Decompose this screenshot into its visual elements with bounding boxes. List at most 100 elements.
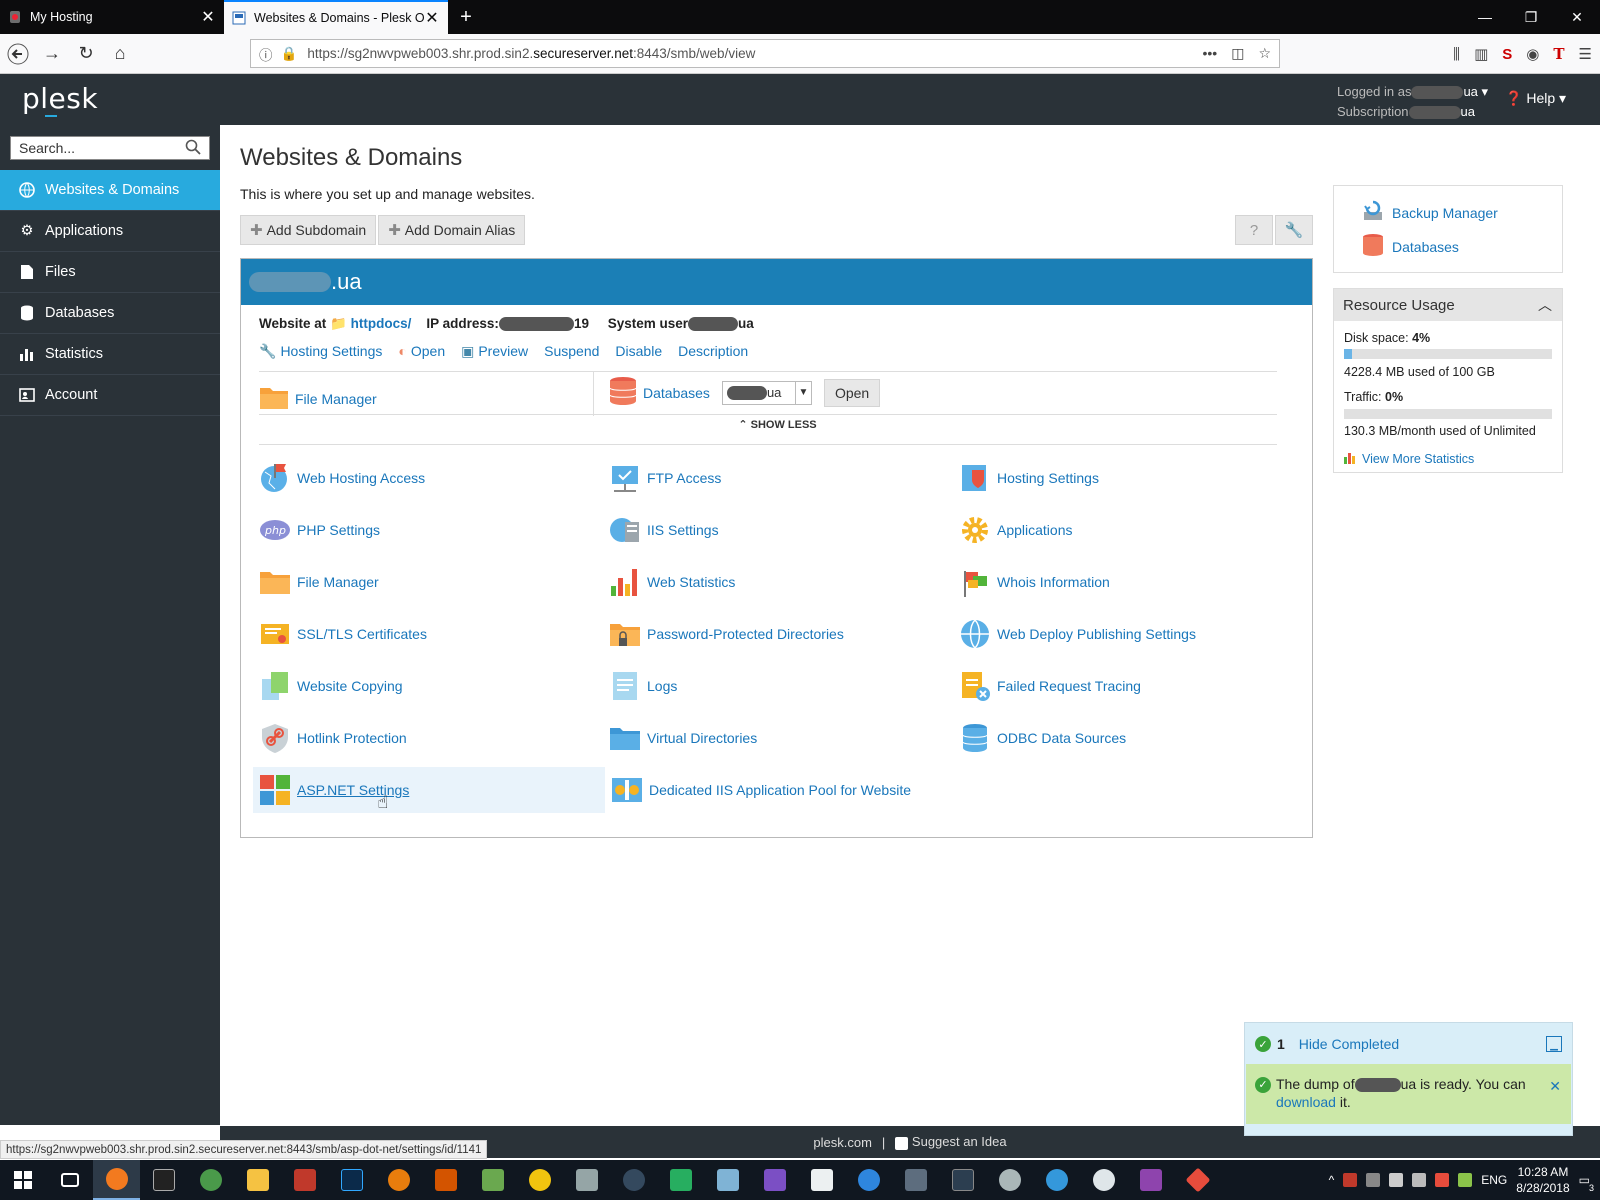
web-deploy-publishing-settings-item[interactable]: Web Deploy Publishing Settings: [953, 611, 1303, 657]
blue-app-icon[interactable]: [845, 1160, 892, 1200]
suggest-idea-link[interactable]: Suggest an Idea: [895, 1134, 1007, 1150]
virtual-directories-item[interactable]: Virtual Directories: [603, 715, 953, 761]
network-icon[interactable]: [1389, 1173, 1404, 1187]
plesk-com-link[interactable]: plesk.com: [813, 1135, 872, 1150]
clock[interactable]: 10:28 AM 8/28/2018: [1516, 1164, 1569, 1196]
gear-app-icon[interactable]: [1080, 1160, 1127, 1200]
applications-item[interactable]: Applications: [953, 507, 1303, 553]
password-protected-directories-item[interactable]: Password-Protected Directories: [603, 611, 953, 657]
suspend-link[interactable]: Suspend: [544, 343, 599, 360]
website-copying-item[interactable]: Website Copying: [253, 663, 603, 709]
red-tray-icon[interactable]: [1435, 1173, 1450, 1187]
filezilla-tray-icon[interactable]: [1343, 1173, 1358, 1187]
url-bar[interactable]: ⓘ 🔒 https://sg2nwvpweb003.shr.prod.sin2.…: [250, 39, 1280, 68]
failed-request-tracing-item[interactable]: Failed Request Tracing: [953, 663, 1303, 709]
web-hosting-access-item[interactable]: Web Hosting Access: [253, 455, 603, 501]
hosting-settings-link[interactable]: 🔧 Hosting Settings: [259, 343, 382, 360]
usb-icon[interactable]: [1412, 1173, 1427, 1187]
action-center-icon[interactable]: ▭ 3: [1579, 1173, 1594, 1193]
app-icon-a[interactable]: [422, 1160, 469, 1200]
close-window-icon[interactable]: ✕: [1554, 0, 1600, 34]
browser-tab-my-hosting[interactable]: My Hosting ✕: [0, 0, 224, 34]
ssl-tls-certificates-item[interactable]: SSL/TLS Certificates: [253, 611, 603, 657]
notepad-icon[interactable]: [469, 1160, 516, 1200]
infinity-app-icon[interactable]: [610, 1160, 657, 1200]
sidebar-item-statistics[interactable]: Statistics: [0, 334, 220, 375]
web-statistics-item[interactable]: Web Statistics: [603, 559, 953, 605]
share-app-icon[interactable]: [1033, 1160, 1080, 1200]
sidebar-icon[interactable]: ▥: [1474, 45, 1488, 63]
file-manager-item[interactable]: File Manager: [253, 559, 603, 605]
databases-link[interactable]: Databases: [1362, 233, 1459, 260]
cloud-app-icon[interactable]: [986, 1160, 1033, 1200]
sidebar-item-websites-domains[interactable]: Websites & Domains: [0, 170, 220, 211]
download-link[interactable]: download: [1276, 1094, 1336, 1110]
sidebar-item-files[interactable]: Files: [0, 252, 220, 293]
back-button[interactable]: [2, 38, 34, 70]
pen-app-icon[interactable]: [704, 1160, 751, 1200]
bookmark-star-icon[interactable]: ☆: [1258, 45, 1271, 62]
ftp-access-item[interactable]: FTP Access: [603, 455, 953, 501]
sidebar-item-databases[interactable]: Databases: [0, 293, 220, 334]
docs-app-icon[interactable]: [892, 1160, 939, 1200]
question-icon[interactable]: ?: [1235, 215, 1273, 245]
extension-t-icon[interactable]: T: [1553, 45, 1564, 63]
calendar-app-icon[interactable]: [798, 1160, 845, 1200]
terminal-icon[interactable]: [140, 1160, 187, 1200]
sidebar-item-account[interactable]: Account: [0, 375, 220, 416]
blender-icon[interactable]: [375, 1160, 422, 1200]
hosting-settings-item[interactable]: Hosting Settings: [953, 455, 1303, 501]
sidebar-item-applications[interactable]: ⚙ Applications: [0, 211, 220, 252]
home-button[interactable]: ⌂: [104, 38, 136, 70]
iis-settings-item[interactable]: IIS Settings: [603, 507, 953, 553]
close-icon[interactable]: ✕: [1549, 1077, 1561, 1095]
php-settings-item[interactable]: php PHP Settings: [253, 507, 603, 553]
search-input[interactable]: Search...: [10, 136, 210, 160]
extension-s-icon[interactable]: S: [1502, 46, 1512, 63]
menu-icon[interactable]: ☰: [1579, 45, 1592, 63]
app-icon-b[interactable]: [516, 1160, 563, 1200]
account-icon[interactable]: ◉: [1526, 45, 1539, 63]
help-menu[interactable]: ❓ Help ▾: [1505, 90, 1566, 107]
search-icon[interactable]: [185, 139, 201, 158]
photoshop-icon[interactable]: [328, 1160, 375, 1200]
preview-link[interactable]: ▣ Preview: [461, 343, 528, 360]
new-tab-button[interactable]: +: [448, 0, 484, 34]
reload-button[interactable]: ↻: [70, 38, 102, 70]
asp-net-settings-item[interactable]: ASP.NET Settings ☝: [253, 767, 605, 813]
disable-link[interactable]: Disable: [615, 343, 662, 360]
r-app-icon[interactable]: [939, 1160, 986, 1200]
save-app-icon[interactable]: [281, 1160, 328, 1200]
minimize-icon[interactable]: —: [1462, 0, 1508, 34]
plesk-logo[interactable]: plesk: [22, 82, 98, 115]
httpdocs-link[interactable]: httpdocs/: [351, 316, 412, 331]
add-domain-alias-button[interactable]: ✚ Add Domain Alias: [378, 215, 526, 245]
description-link[interactable]: Description: [678, 343, 748, 360]
forward-button[interactable]: →: [36, 38, 68, 70]
task-view-icon[interactable]: [46, 1160, 93, 1200]
hotlink-protection-item[interactable]: Hotlink Protection: [253, 715, 603, 761]
visual-studio-2-icon[interactable]: [1127, 1160, 1174, 1200]
quick-file-manager[interactable]: File Manager: [259, 384, 377, 413]
close-icon[interactable]: ✕: [424, 8, 440, 28]
browser-tab-websites-domains[interactable]: Websites & Domains - Plesk Or ✕: [224, 0, 448, 34]
odbc-data-sources-item[interactable]: ODBC Data Sources: [953, 715, 1303, 761]
logs-item[interactable]: Logs: [603, 663, 953, 709]
library-icon[interactable]: ⫼: [1453, 46, 1460, 63]
pocket-icon[interactable]: ◫: [1231, 45, 1244, 62]
show-less-toggle[interactable]: ⌃ SHOW LESS: [241, 418, 1314, 431]
chrome-icon[interactable]: [187, 1160, 234, 1200]
open-link[interactable]: ◐ Open: [398, 343, 445, 360]
language-indicator[interactable]: ENG: [1481, 1173, 1507, 1187]
hide-completed-link[interactable]: Hide Completed: [1299, 1036, 1399, 1052]
dedicated-iis-pool-item[interactable]: Dedicated IIS Application Pool for Websi…: [605, 767, 957, 813]
minimize-icon[interactable]: ▁: [1546, 1036, 1562, 1052]
resource-usage-header[interactable]: Resource Usage ︿: [1334, 289, 1562, 321]
red-app-icon[interactable]: [1174, 1160, 1221, 1200]
tools-app-icon[interactable]: [563, 1160, 610, 1200]
close-icon[interactable]: ✕: [200, 7, 216, 27]
tray-expand-icon[interactable]: ^: [1329, 1173, 1335, 1187]
file-explorer-icon[interactable]: [234, 1160, 281, 1200]
visual-studio-icon[interactable]: [751, 1160, 798, 1200]
domain-name[interactable]: .ua: [241, 259, 1312, 305]
